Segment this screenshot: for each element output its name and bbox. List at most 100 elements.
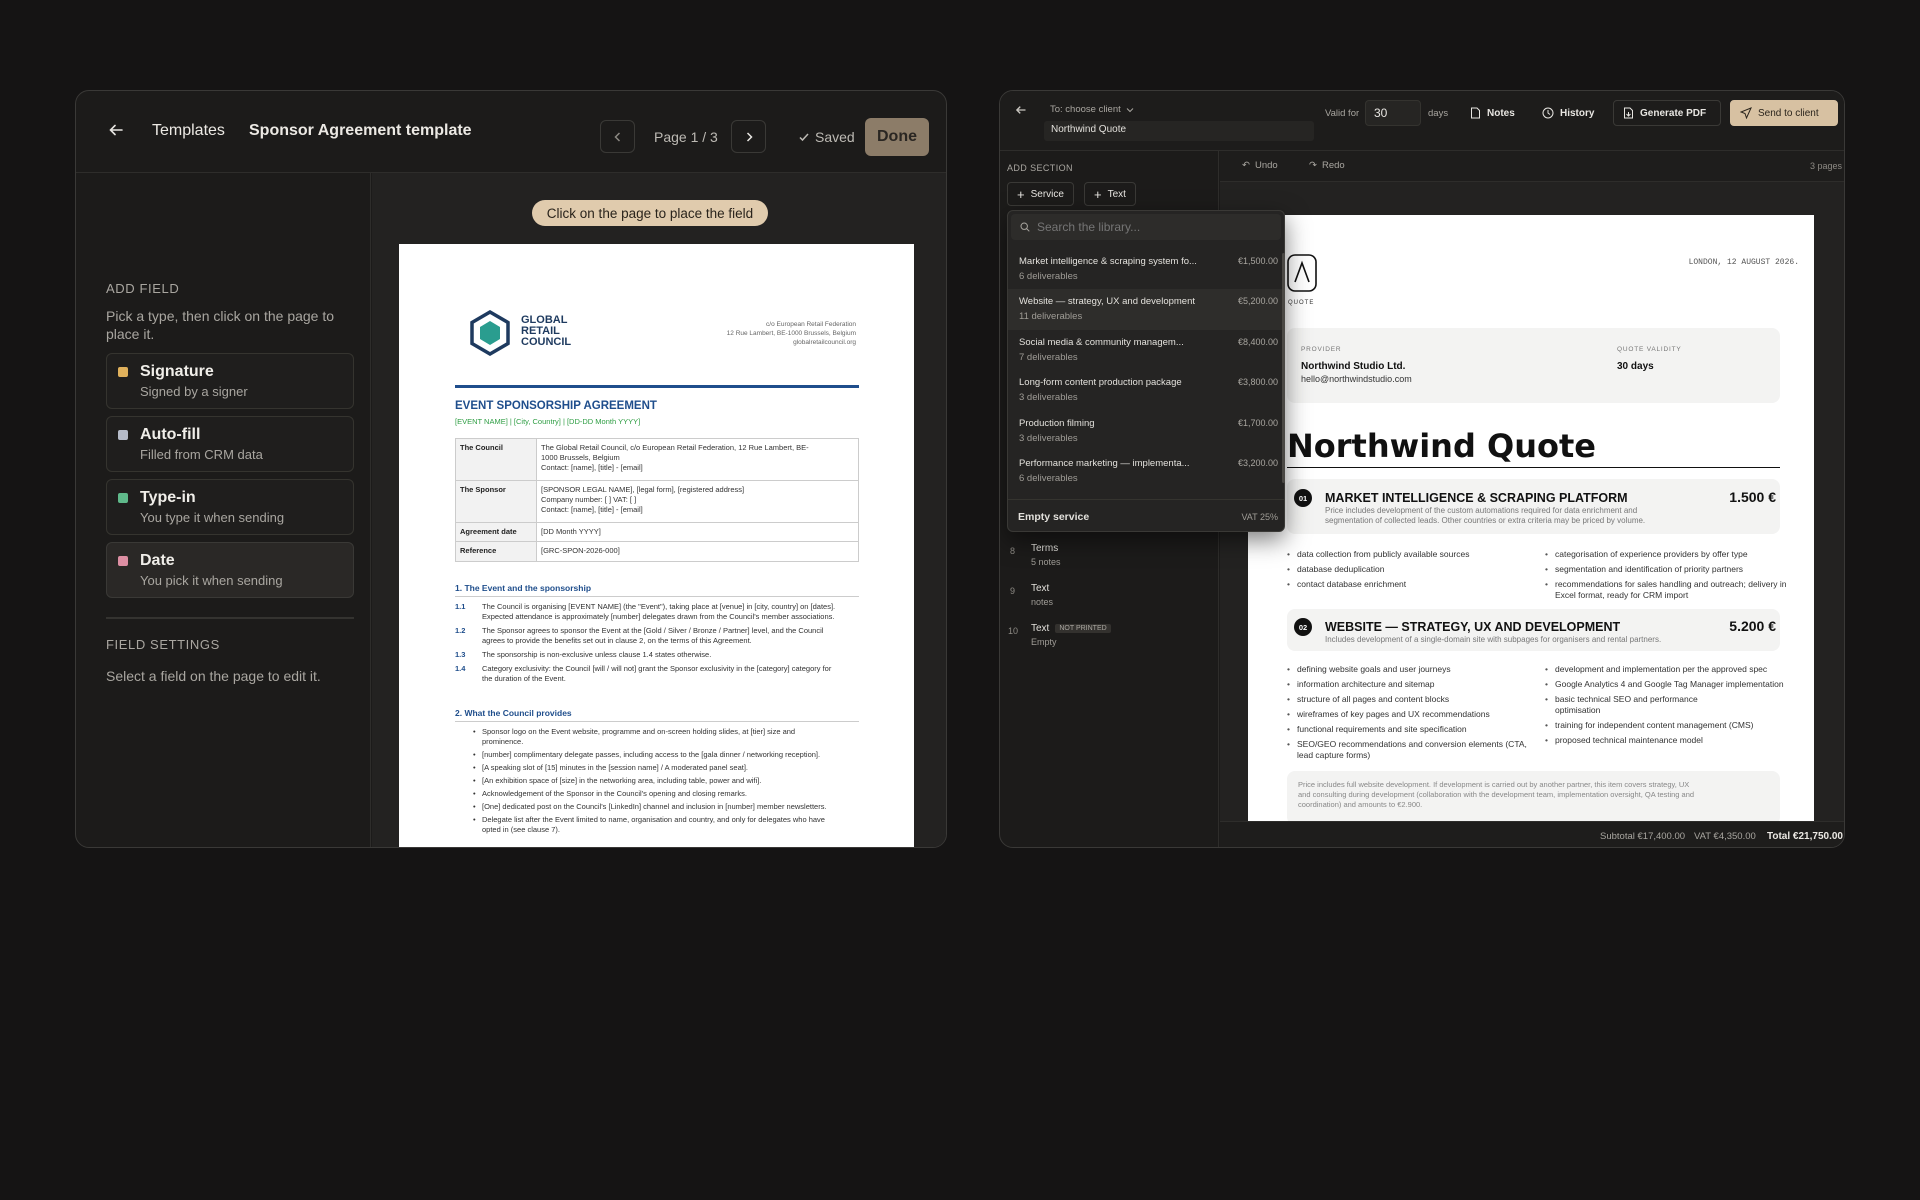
empty-service-option[interactable]: Empty service VAT 25% (1008, 500, 1284, 532)
library-item-count: 6 deliverables (1019, 473, 1078, 484)
library-search[interactable] (1011, 214, 1281, 240)
library-item[interactable]: Production filming 3 deliverables €1,700.0… (1008, 411, 1282, 452)
field-type-subtitle: Filled from CRM data (140, 447, 263, 462)
chevron-down-icon (1126, 107, 1134, 112)
redo-icon: ↷ (1309, 160, 1317, 171)
library-item-name: Long-form content production package (1019, 377, 1182, 388)
undo-label: Undo (1254, 160, 1278, 171)
document-canvas[interactable]: Click on the page to place the field GLO… (372, 173, 946, 847)
add-service-button[interactable]: + Service (1007, 182, 1074, 206)
list-item: • [An exhibition space of [size] in the n… (473, 776, 862, 786)
notes-button[interactable]: Notes (1460, 100, 1525, 126)
table-value: [SPONSOR LEGAL NAME], [legal form], [reg… (537, 481, 748, 522)
section-rule (455, 596, 859, 597)
list-item: • Delegate list after the Event limited t… (473, 815, 862, 835)
client-selector-label: To: choose client (1050, 104, 1121, 115)
templates-breadcrumb[interactable]: Templates (152, 122, 225, 140)
clause: 1.1 The Council is organising [EVENT NAME… (455, 602, 865, 622)
back-arrow-icon[interactable] (103, 117, 129, 143)
clause-number: 1.2 (455, 626, 466, 635)
list-line: Sponsor logo on the Event website, progr… (482, 727, 796, 736)
library-item-price: €3,200.00 (1237, 458, 1278, 468)
clause-line: the duration of the Event. (482, 674, 566, 683)
field-type-typein[interactable]: Type-in You type it when sending (106, 479, 354, 535)
valid-days-input[interactable]: 30 (1365, 100, 1421, 126)
deliverable-item: development and implementation per the a… (1545, 664, 1767, 675)
table-key: The Council (456, 439, 537, 480)
valid-for-label: Valid for (1325, 108, 1360, 119)
undo-icon: ↶ (1242, 160, 1250, 171)
item-title: MARKET INTELLIGENCE & SCRAPING PLATFORM (1325, 491, 1628, 505)
service-item-header[interactable]: 01 MARKET INTELLIGENCE & SCRAPING PLATFO… (1287, 479, 1780, 534)
vat-label: VAT 25% (1241, 512, 1278, 522)
deliverable-item: database deduplication (1287, 564, 1384, 575)
desc-line: segmentation of collected leads. Other c… (1325, 516, 1646, 525)
clause-text: The sponsorship is non-exclusive unless … (482, 650, 712, 659)
deliverable-item: contact database enrichment (1287, 579, 1406, 590)
undo-button[interactable]: ↶ Undo (1242, 160, 1278, 171)
validity-label: QUOTE VALIDITY (1617, 346, 1682, 353)
client-selector[interactable]: To: choose client (1050, 104, 1134, 115)
field-type-title: Date (140, 552, 175, 569)
library-item-count: 3 deliverables (1019, 433, 1078, 444)
library-item-name: Production filming (1019, 418, 1095, 429)
library-item-name: Performance marketing — implementa... (1019, 458, 1190, 469)
deliverable-line: SEO/GEO recommendations and conversion e… (1297, 739, 1527, 749)
library-scrollbar[interactable] (1282, 253, 1285, 483)
library-item[interactable]: Social media & community managem... 7 del… (1008, 330, 1282, 371)
library-item[interactable]: Market intelligence & scraping system fo… (1008, 249, 1282, 290)
library-list: Market intelligence & scraping system fo… (1008, 249, 1286, 487)
chevron-left-icon (613, 131, 620, 142)
preview-toolbar: ↶ Undo ↷ Redo 3 pages (1220, 151, 1844, 182)
deliverable-item: segmentation and identification of prior… (1545, 564, 1743, 575)
prev-page-button[interactable] (600, 120, 635, 153)
list-line: opted in (see clause 7). (482, 825, 560, 834)
field-type-autofill[interactable]: Auto-fill Filled from CRM data (106, 416, 354, 472)
quote-name-input[interactable]: Northwind Quote (1044, 121, 1314, 141)
clause-line: Expected attendance is approximately [nu… (482, 612, 835, 621)
subtotal: Subtotal €17,400.00 (1600, 831, 1686, 842)
service-item-header[interactable]: 02 WEBSITE — STRATEGY, UX AND DEVELOPMEN… (1287, 609, 1780, 651)
send-to-client-button[interactable]: Send to client (1730, 100, 1838, 126)
history-button[interactable]: History (1532, 100, 1604, 126)
generate-pdf-button[interactable]: Generate PDF (1613, 100, 1721, 126)
clause: 1.3 The sponsorship is non-exclusive unle… (455, 650, 865, 660)
generate-pdf-label: Generate PDF (1640, 107, 1707, 119)
autofill-color-swatch (118, 430, 128, 440)
library-search-input[interactable] (1037, 218, 1267, 236)
library-item[interactable]: Long-form content production package 3 de… (1008, 370, 1282, 411)
logo-line: COUNCIL (521, 336, 572, 348)
note-line: Price includes full website development.… (1298, 780, 1690, 789)
note-line: and consulting during development (colla… (1298, 790, 1695, 799)
redo-button[interactable]: ↷ Redo (1309, 160, 1345, 171)
doc-title: EVENT SPONSORSHIP AGREEMENT (455, 400, 657, 412)
check-icon (799, 133, 809, 142)
table-line: Company number: [ ] VAT: [ ] (541, 495, 637, 504)
list-line: prominence. (482, 737, 524, 746)
section-number: 8 (1010, 546, 1016, 556)
totals-bar: Subtotal €17,400.00 VAT €4,350.00 Total … (1220, 821, 1844, 847)
deliverable-item: functional requirements and site specifi… (1287, 724, 1467, 735)
library-item-price: €8,400.00 (1237, 337, 1278, 347)
library-item[interactable]: Website — strategy, UX and development 11… (1008, 289, 1282, 330)
document-page[interactable]: GLOBAL RETAIL COUNCIL c/o European Retai… (399, 244, 914, 847)
date-color-swatch (118, 556, 128, 566)
item-description: Includes development of a single-domain … (1325, 635, 1662, 644)
service-library-dropdown: Market intelligence & scraping system fo… (1007, 210, 1285, 532)
field-type-date[interactable]: Date You pick it when sending (106, 542, 354, 598)
benefits-list: • Sponsor logo on the Event website, prog… (473, 727, 862, 838)
add-text-button[interactable]: + Text (1084, 182, 1136, 206)
section-title: Terms (1031, 543, 1059, 554)
clause-text: The Sponsor agrees to sponsor the Event … (482, 626, 823, 646)
quote-page[interactable]: QUOTE LONDON, 12 AUGUST 2026. PROVIDER N… (1248, 215, 1814, 825)
field-type-signature[interactable]: Signature Signed by a signer (106, 353, 354, 409)
library-item-name: Website — strategy, UX and development (1019, 296, 1196, 307)
back-arrow-icon[interactable] (1012, 101, 1030, 119)
done-button[interactable]: Done (865, 118, 929, 156)
days-label: days (1428, 108, 1449, 119)
field-type-subtitle: Signed by a signer (140, 384, 248, 399)
next-page-button[interactable] (731, 120, 766, 153)
section-subtitle: notes (1031, 597, 1054, 607)
library-item-name: Social media & community managem... (1019, 337, 1184, 348)
library-item[interactable]: Performance marketing — implementa... 6 d… (1008, 451, 1282, 487)
